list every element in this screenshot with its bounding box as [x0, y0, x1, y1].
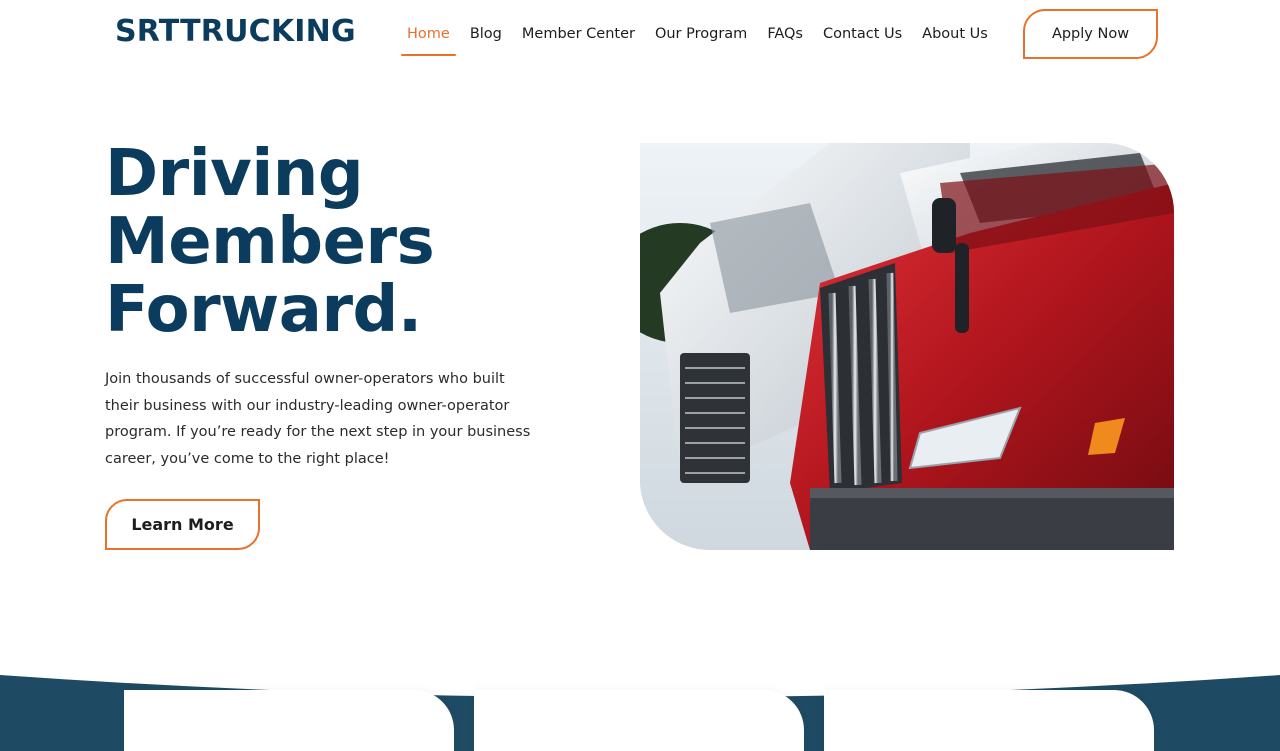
nav-faqs[interactable]: FAQs	[760, 22, 810, 56]
nav-member-center[interactable]: Member Center	[515, 22, 642, 56]
site-logo[interactable]: SRTTRUCKING	[115, 14, 356, 49]
feature-card-2	[474, 690, 804, 751]
hero-description: Join thousands of successful owner-opera…	[105, 371, 531, 467]
nav-our-program[interactable]: Our Program	[648, 22, 754, 56]
hero-title-line-3: Forward.	[105, 273, 422, 347]
nav-contact-us[interactable]: Contact Us	[816, 22, 909, 56]
hero-title-line-2: Members	[105, 205, 435, 279]
nav-home[interactable]: Home	[400, 22, 457, 56]
site-header: SRTTRUCKING Home Blog Member Center Our …	[0, 0, 1280, 70]
hero-truck-image	[640, 143, 1174, 550]
truck-illustration	[640, 143, 1174, 550]
feature-card-1	[124, 690, 454, 751]
main-nav: Home Blog Member Center Our Program FAQs…	[400, 22, 1001, 56]
hero-title: Driving Members Forward.	[105, 137, 435, 347]
learn-more-button[interactable]: Learn More	[105, 499, 260, 550]
apply-now-button[interactable]: Apply Now	[1023, 9, 1158, 59]
hero-title-line-1: Driving	[105, 137, 364, 211]
nav-about-us[interactable]: About Us	[915, 22, 995, 56]
nav-blog[interactable]: Blog	[463, 22, 509, 56]
feature-card-3	[824, 690, 1154, 751]
